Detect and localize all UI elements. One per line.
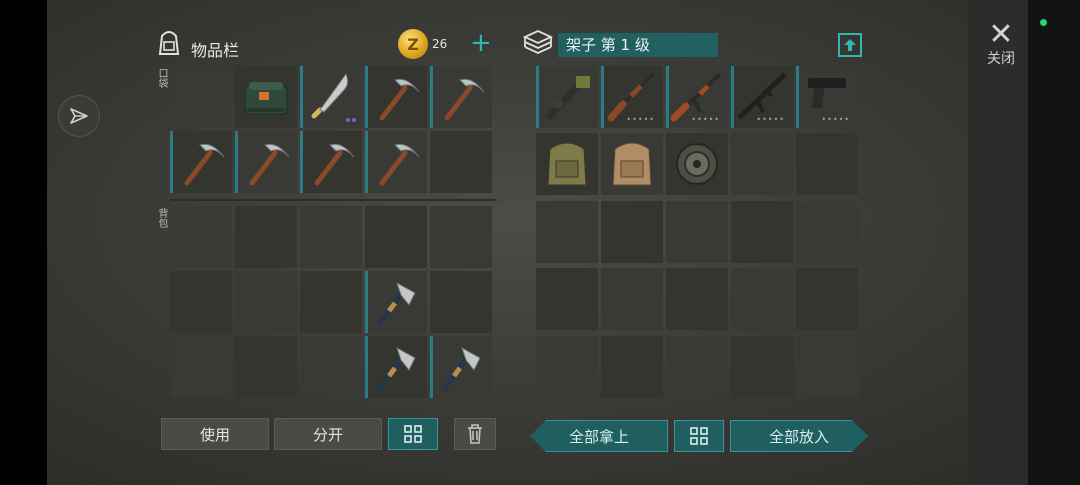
inventory-slot[interactable] xyxy=(601,335,663,398)
inventory-slot[interactable] xyxy=(731,335,793,398)
section-divider xyxy=(170,199,497,201)
left-screen-edge xyxy=(0,0,47,485)
coin-count: 26 xyxy=(432,37,448,51)
inventory-slot[interactable] xyxy=(430,131,492,193)
coin-icon: Z xyxy=(398,29,428,59)
inventory-slot[interactable] xyxy=(536,268,598,331)
sort-inventory-button[interactable] xyxy=(388,418,438,450)
inventory-slot[interactable] xyxy=(430,271,492,333)
take-all-button[interactable]: 全部拿上 xyxy=(530,420,668,452)
inventory-slot[interactable] xyxy=(796,133,858,196)
inventory-slot[interactable] xyxy=(536,133,598,196)
inventory-slot[interactable] xyxy=(430,66,492,128)
inventory-slot[interactable] xyxy=(170,131,232,193)
inventory-slot[interactable] xyxy=(235,206,297,268)
inventory-slot[interactable] xyxy=(536,335,598,398)
trash-icon xyxy=(468,424,482,444)
inventory-slot[interactable] xyxy=(731,200,793,263)
inventory-slot[interactable] xyxy=(235,271,297,333)
close-button[interactable]: ✕ 关闭 xyxy=(987,20,1015,100)
right-screen-edge xyxy=(1028,0,1080,485)
inventory-slot[interactable] xyxy=(601,200,663,263)
status-dot xyxy=(1040,19,1047,26)
sort-shelf-button[interactable] xyxy=(674,420,724,452)
put-all-button[interactable]: 全部放入 xyxy=(730,420,868,452)
inventory-slot[interactable] xyxy=(731,133,793,196)
inventory-slot[interactable] xyxy=(235,131,297,193)
inventory-slot[interactable] xyxy=(536,66,598,128)
inventory-slot[interactable] xyxy=(235,336,297,398)
inventory-title: 物品栏 xyxy=(191,41,240,60)
inventory-slot[interactable] xyxy=(300,206,362,268)
grid-sort-icon xyxy=(404,425,422,443)
durability-dots: ••••• xyxy=(626,115,655,124)
grid-sort-icon xyxy=(690,427,708,445)
use-button[interactable]: 使用 xyxy=(161,418,269,450)
navigate-icon[interactable] xyxy=(58,95,100,137)
inventory-slot[interactable] xyxy=(365,66,427,128)
inventory-slot[interactable] xyxy=(536,200,598,263)
inventory-slot[interactable] xyxy=(365,271,427,333)
inventory-slot[interactable] xyxy=(666,200,728,263)
durability-dots: ••••• xyxy=(756,115,785,124)
inventory-slot[interactable] xyxy=(170,66,232,128)
backpack-grid xyxy=(170,206,492,398)
inventory-slot[interactable] xyxy=(300,336,362,398)
inventory-slot[interactable] xyxy=(170,271,232,333)
durability-dots: ••••• xyxy=(691,115,720,124)
inventory-slot[interactable]: ••••• xyxy=(666,66,728,128)
inventory-slot[interactable] xyxy=(170,336,232,398)
split-button[interactable]: 分开 xyxy=(274,418,382,450)
inventory-slot[interactable] xyxy=(300,271,362,333)
inventory-slot[interactable] xyxy=(170,206,232,268)
inventory-slot[interactable]: ••••• xyxy=(796,66,858,128)
inventory-slot[interactable] xyxy=(796,268,858,331)
inventory-slot[interactable] xyxy=(365,336,427,398)
close-label: 关闭 xyxy=(987,51,1015,67)
durability-dots: ••••• xyxy=(821,115,850,124)
shelf-icon xyxy=(522,30,554,54)
inventory-slot[interactable] xyxy=(731,268,793,331)
inventory-slot[interactable] xyxy=(430,206,492,268)
pockets-label: 口袋 xyxy=(156,68,167,88)
inventory-slot[interactable] xyxy=(601,268,663,331)
inventory-slot[interactable] xyxy=(601,133,663,196)
delete-button[interactable] xyxy=(454,418,496,450)
inventory-slot[interactable] xyxy=(666,133,728,196)
inventory-slot[interactable]: ••••• xyxy=(731,66,793,128)
inventory-slot[interactable] xyxy=(235,66,297,128)
inventory-slot[interactable] xyxy=(300,131,362,193)
inventory-slot[interactable] xyxy=(666,335,728,398)
inventory-slot[interactable] xyxy=(666,268,728,331)
inventory-slot[interactable] xyxy=(300,66,362,128)
inventory-slot[interactable] xyxy=(365,131,427,193)
backpack-label: 背包 xyxy=(156,208,167,228)
shelf-grid: ••••• ••••• ••••• ••••• xyxy=(536,66,858,400)
pockets-grid xyxy=(170,66,492,193)
inventory-slot[interactable]: ••••• xyxy=(601,66,663,128)
upgrade-icon[interactable] xyxy=(838,33,862,57)
inventory-slot[interactable] xyxy=(430,336,492,398)
add-coins-button[interactable]: + xyxy=(470,28,492,58)
shelf-name: 架子 第 1 级 xyxy=(558,33,718,57)
close-icon: ✕ xyxy=(988,17,1014,52)
backpack-icon xyxy=(158,31,180,55)
inventory-slot[interactable] xyxy=(365,206,427,268)
inventory-slot[interactable] xyxy=(796,200,858,263)
inventory-slot[interactable] xyxy=(796,335,858,398)
